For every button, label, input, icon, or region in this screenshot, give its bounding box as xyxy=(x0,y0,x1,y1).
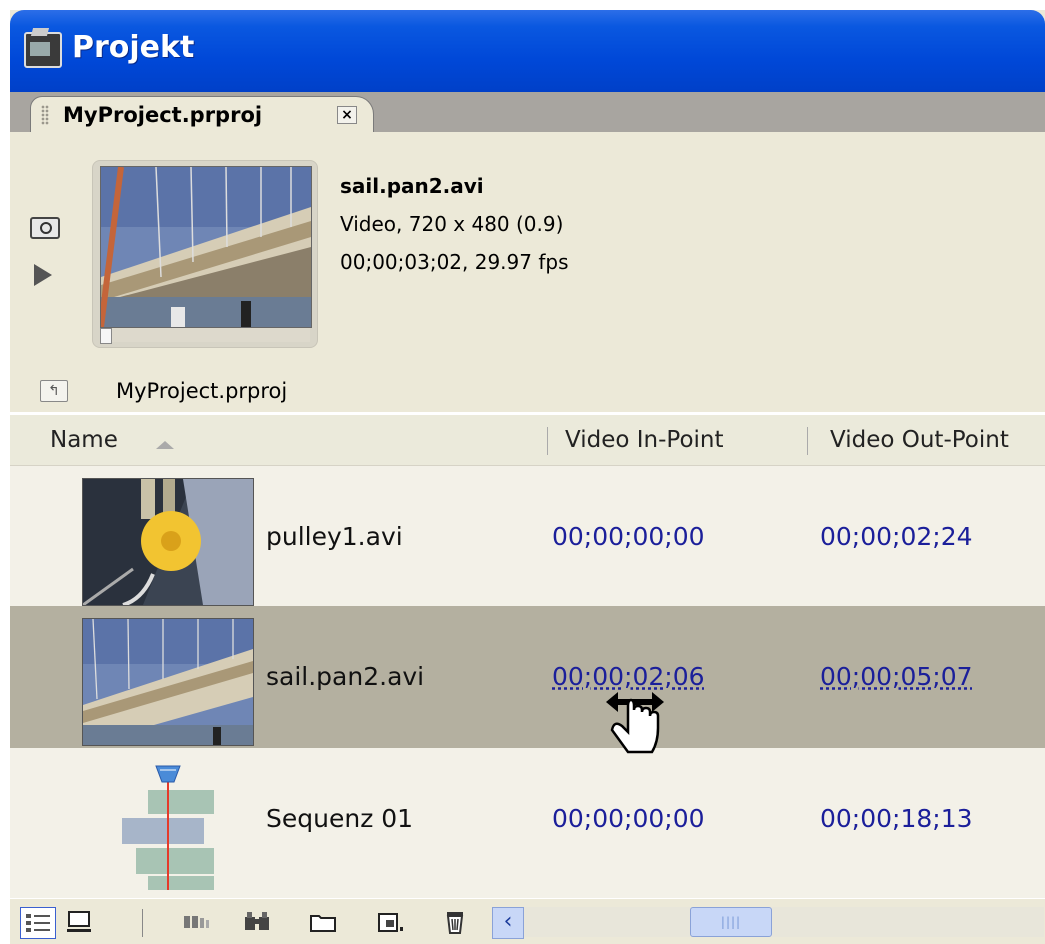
new-bin-icon[interactable] xyxy=(306,907,340,937)
out-point-value[interactable]: 00;00;05;07 xyxy=(820,662,973,691)
automate-to-sequence-icon[interactable] xyxy=(180,907,214,937)
in-point-value[interactable]: 00;00;00;00 xyxy=(552,522,705,551)
clip-name: sail.pan2.avi xyxy=(340,174,484,198)
column-name[interactable]: Name xyxy=(50,427,118,453)
project-window: Projekt MyProject.prproj × sail.pan2.avi… xyxy=(10,10,1045,944)
out-point-value[interactable]: 00;00;02;24 xyxy=(820,522,973,551)
project-app-icon xyxy=(24,32,62,68)
column-video-in-point[interactable]: Video In-Point xyxy=(565,427,724,453)
clip-video-info: Video, 720 x 480 (0.9) xyxy=(340,212,564,236)
list-view-icon[interactable] xyxy=(20,907,56,939)
bin-path: MyProject.prproj xyxy=(116,379,288,403)
clip-name-cell: sail.pan2.avi xyxy=(266,662,425,691)
window-title: Projekt xyxy=(72,30,195,65)
sequence-icon xyxy=(118,760,228,890)
clip-name-cell: pulley1.avi xyxy=(266,522,403,551)
in-point-value[interactable]: 00;00;00;00 xyxy=(552,804,705,833)
clip-thumbnail xyxy=(82,478,254,606)
play-icon[interactable] xyxy=(34,264,52,286)
drag-grip-icon[interactable] xyxy=(41,105,49,125)
hand-drag-cursor-icon xyxy=(602,686,682,770)
horizontal-scrollbar[interactable]: |||| xyxy=(524,907,1044,937)
column-divider[interactable] xyxy=(807,427,808,455)
poster-frame-slider[interactable] xyxy=(100,328,310,344)
table-row-selected[interactable]: sail.pan2.avi 00;00;02;06 00;00;05;07 xyxy=(10,606,1045,750)
scrollbar-thumb[interactable]: |||| xyxy=(690,907,772,937)
clip-thumbnail xyxy=(82,618,254,746)
preview-area: sail.pan2.avi Video, 720 x 480 (0.9) 00;… xyxy=(10,132,1045,412)
scroll-left-button[interactable]: ‹ xyxy=(492,907,524,939)
table-row[interactable]: pulley1.avi 00;00;00;00 00;00;02;24 xyxy=(10,466,1045,610)
title-bar: Projekt xyxy=(10,10,1045,92)
out-point-value[interactable]: 00;00;18;13 xyxy=(820,804,973,833)
camera-icon[interactable] xyxy=(30,217,60,239)
close-tab-button[interactable]: × xyxy=(337,106,357,124)
poster-slider-knob[interactable] xyxy=(100,328,112,344)
icon-view-icon[interactable] xyxy=(62,907,96,937)
find-icon[interactable] xyxy=(240,907,274,937)
bottom-toolbar: ‹ |||| xyxy=(10,898,1045,944)
tab-project[interactable]: MyProject.prproj × xyxy=(30,96,374,133)
preview-thumbnail xyxy=(100,166,312,328)
tab-label: MyProject.prproj xyxy=(63,103,263,127)
parent-bin-icon[interactable]: ↰ xyxy=(40,380,68,402)
column-header: Name Video In-Point Video Out-Point xyxy=(10,412,1045,466)
clip-name-cell: Sequenz 01 xyxy=(266,804,414,833)
column-video-out-point[interactable]: Video Out-Point xyxy=(830,427,1009,453)
clip-duration-info: 00;00;03;02, 29.97 fps xyxy=(340,250,569,274)
sort-ascending-icon xyxy=(156,441,174,449)
column-divider[interactable] xyxy=(547,427,548,455)
new-item-icon[interactable] xyxy=(374,907,408,937)
tab-strip: MyProject.prproj × xyxy=(10,92,1045,133)
toolbar-divider xyxy=(142,909,143,937)
clear-icon[interactable] xyxy=(438,907,472,937)
